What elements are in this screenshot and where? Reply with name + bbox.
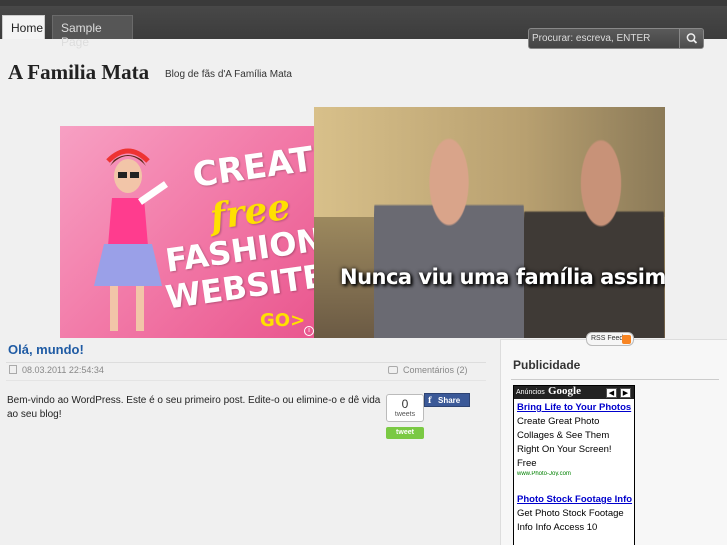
comment-icon (388, 366, 398, 374)
top-nav-bar: Home Sample Page (0, 0, 727, 49)
ad-go-button[interactable]: GO> (260, 310, 305, 331)
tweet-button[interactable]: tweet (386, 427, 424, 439)
adsense-header: Anúncios Google ◀ ▶ (514, 386, 634, 399)
photo-woman (374, 127, 524, 338)
search-button[interactable] (679, 29, 703, 48)
site-title[interactable]: A Familia Mata (8, 60, 149, 85)
tweet-count: 0 (401, 397, 409, 411)
adsense-unit[interactable]: Photo Stock Footage Info Get Photo Stock… (517, 493, 633, 535)
post-divider (6, 362, 486, 363)
photo-caption: Nunca viu uma família assim! (340, 265, 665, 289)
model-figure-image (94, 148, 168, 331)
facebook-share-button[interactable]: f Share (424, 393, 470, 407)
sidebar-divider (511, 379, 719, 380)
adsense-unit-text: Get Photo Stock Footage Info Info Access… (517, 508, 624, 533)
post-comments-text: Comentários (2) (403, 365, 468, 375)
search-box (528, 28, 704, 49)
header-photo: Nunca viu uma família assim! (314, 107, 665, 338)
nav-tab-sample-page[interactable]: Sample Page (52, 15, 133, 49)
photo-man (524, 137, 664, 338)
site-description: Blog de fãs d'A Família Mata (165, 69, 292, 80)
post-title[interactable]: Olá, mundo! (8, 342, 84, 357)
ad-headline-1: CREATE (190, 136, 314, 196)
facebook-icon: f (428, 395, 432, 405)
rss-feed-button[interactable]: RSS Feed (586, 332, 634, 346)
google-logo[interactable]: Google (548, 386, 581, 397)
adsense-unit-text: Create Great Photo Collages & See Them R… (517, 416, 612, 469)
search-input[interactable] (532, 31, 678, 46)
adsense-unit-title[interactable]: Bring Life to Your Photos (517, 401, 633, 415)
fashion-ad-banner[interactable]: CREATE free FASHION WEBSITES GO> i (60, 126, 314, 338)
post-meta-divider (6, 380, 486, 381)
post-comments-link[interactable]: Comentários (2) (388, 365, 468, 375)
adsense-prev-button[interactable]: ◀ (606, 388, 617, 398)
adsense-next-button[interactable]: ▶ (620, 388, 631, 398)
adsense-unit-title[interactable]: Photo Stock Footage Info (517, 493, 633, 507)
post-date-text: 08.03.2011 22:54:34 (22, 365, 104, 375)
rss-icon (622, 335, 631, 344)
adsense-unit[interactable]: Bring Life to Your Photos Create Great P… (517, 401, 633, 476)
calendar-icon (9, 365, 17, 374)
sidebar: Publicidade Anúncios Google ◀ ▶ Bring Li… (500, 339, 727, 545)
sidebar-title: Publicidade (513, 358, 581, 372)
rss-label: RSS Feed (591, 335, 624, 342)
share-label: Share (438, 396, 461, 405)
nav-tab-home[interactable]: Home (2, 15, 45, 39)
post-date: 08.03.2011 22:54:34 (9, 365, 104, 375)
ad-info-icon[interactable]: i (304, 326, 314, 336)
post-body: Bem-vindo ao WordPress. Este é o seu pri… (7, 395, 381, 420)
adsense-block: Anúncios Google ◀ ▶ Bring Life to Your P… (513, 385, 635, 545)
search-icon (686, 33, 698, 44)
adsense-label: Anúncios (516, 389, 545, 396)
tweet-counter[interactable]: 0 tweets (386, 394, 424, 422)
adsense-unit-url[interactable]: www.Photo-Joy.com (517, 471, 633, 476)
top-strip (0, 0, 727, 6)
tweet-count-label: tweets (394, 411, 416, 418)
